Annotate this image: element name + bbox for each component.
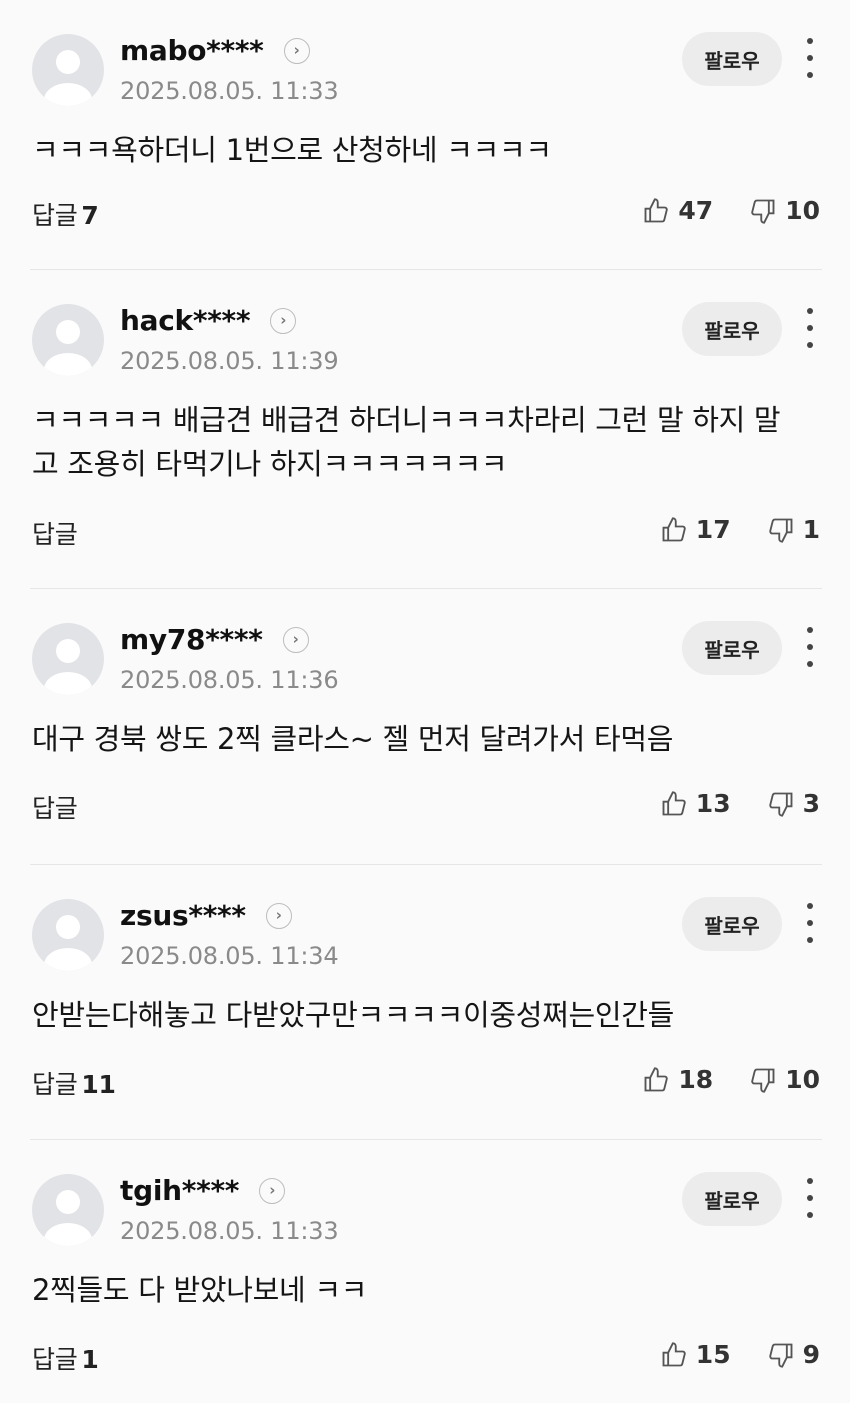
vote-group: 13 3 (624, 789, 820, 818)
username[interactable]: tgih**** › (120, 1174, 286, 1207)
more-options-icon[interactable] (798, 903, 822, 943)
thumbs-up-icon (644, 1066, 669, 1091)
comment-item: my78**** › 2025.08.05. 11:36 팔로우 대구 경북 쌍… (30, 589, 822, 865)
reply-label: 답글 (32, 1345, 78, 1374)
chevron-right-icon[interactable]: › (270, 307, 297, 334)
like-count: 18 (678, 1065, 714, 1094)
like-count: 47 (678, 196, 714, 225)
username[interactable]: my78**** › (120, 623, 309, 656)
username-text[interactable]: mabo**** (120, 34, 264, 67)
chevron-right-icon[interactable]: › (283, 37, 310, 64)
thumbs-down-icon (751, 1068, 775, 1093)
reply-count: 7 (81, 201, 99, 230)
vote-group: 17 1 (624, 515, 820, 544)
more-options-icon[interactable] (798, 627, 822, 667)
comment-date: 2025.08.05. 11:33 (120, 77, 339, 105)
more-options-icon[interactable] (798, 1178, 822, 1218)
vote-group: 47 10 (606, 196, 820, 225)
like-button[interactable]: 13 (660, 789, 731, 818)
like-count: 13 (695, 789, 731, 818)
dislike-button[interactable]: 1 (767, 515, 820, 544)
comment-item: mabo**** › 2025.08.05. 11:33 팔로우 ㅋㅋㅋ욕하더니… (30, 0, 822, 270)
reply-button[interactable]: 답글 7 (32, 196, 99, 232)
reply-count: 11 (81, 1070, 116, 1099)
thumbs-down-icon (768, 1343, 793, 1368)
comment-item: tgih**** › 2025.08.05. 11:33 팔로우 2찍들도 다 … (30, 1140, 822, 1400)
dislike-count: 9 (802, 1340, 820, 1369)
reply-label: 답글 (32, 794, 78, 823)
comment-date: 2025.08.05. 11:39 (120, 347, 339, 375)
thumbs-down-icon (768, 792, 793, 817)
vote-group: 18 10 (606, 1065, 820, 1094)
thumbs-down-icon (768, 518, 793, 543)
like-button[interactable]: 17 (660, 515, 731, 544)
reply-label: 답글 (32, 1070, 78, 1099)
reply-label: 답글 (32, 520, 78, 549)
reply-button[interactable]: 답글 1 (32, 1340, 99, 1376)
comment-text: 2찍들도 다 받았나보네 ㅋㅋ (32, 1273, 368, 1307)
reply-button[interactable]: 답글 (32, 789, 78, 825)
dislike-count: 3 (802, 789, 820, 818)
vote-group: 15 9 (624, 1340, 820, 1369)
comment-date: 2025.08.05. 11:34 (120, 942, 339, 970)
thumbs-up-icon (662, 1341, 686, 1366)
follow-button[interactable]: 팔로우 (682, 897, 782, 951)
username[interactable]: zsus**** › (120, 899, 292, 932)
dislike-count: 1 (802, 515, 820, 544)
follow-button[interactable]: 팔로우 (682, 32, 782, 86)
avatar-icon[interactable] (32, 899, 104, 971)
dislike-count: 10 (785, 196, 820, 225)
comment-text: 안받는다해놓고 다받았구만ㅋㅋㅋㅋ이중성쩌는인간들 (32, 998, 675, 1032)
username-text[interactable]: zsus**** (120, 899, 246, 932)
follow-button[interactable]: 팔로우 (682, 1172, 782, 1226)
more-options-icon[interactable] (798, 38, 822, 78)
thumbs-up-icon (662, 790, 686, 815)
more-options-icon[interactable] (798, 308, 822, 348)
thumbs-up-icon (662, 516, 686, 541)
like-button[interactable]: 15 (660, 1340, 731, 1369)
username[interactable]: hack**** › (120, 304, 297, 337)
like-count: 17 (695, 515, 731, 544)
chevron-right-icon[interactable]: › (259, 1177, 286, 1204)
reply-label: 답글 (32, 201, 78, 230)
username-text[interactable]: tgih**** (120, 1174, 239, 1207)
reply-count: 1 (81, 1345, 99, 1374)
comment-item: zsus**** › 2025.08.05. 11:34 팔로우 안받는다해놓고… (30, 865, 822, 1140)
comment-text: ㅋㅋㅋ욕하더니 1번으로 산청하네 ㅋㅋㅋㅋ (32, 133, 552, 167)
reply-button[interactable]: 답글 11 (32, 1065, 116, 1101)
chevron-right-icon[interactable]: › (265, 902, 292, 929)
follow-button[interactable]: 팔로우 (682, 621, 782, 675)
dislike-count: 10 (785, 1065, 820, 1094)
like-button[interactable]: 47 (642, 196, 713, 225)
like-count: 15 (695, 1340, 731, 1369)
chevron-right-icon[interactable]: › (282, 626, 309, 653)
follow-button[interactable]: 팔로우 (682, 302, 782, 356)
dislike-button[interactable]: 3 (767, 789, 820, 818)
reply-button[interactable]: 답글 (32, 515, 78, 551)
dislike-button[interactable]: 10 (749, 196, 820, 225)
like-button[interactable]: 18 (642, 1065, 713, 1094)
avatar-icon[interactable] (32, 304, 104, 376)
avatar-icon[interactable] (32, 623, 104, 695)
avatar-icon[interactable] (32, 1174, 104, 1246)
thumbs-down-icon (751, 199, 775, 224)
thumbs-up-icon (644, 197, 669, 222)
comment-date: 2025.08.05. 11:36 (120, 666, 339, 694)
comment-item: hack**** › 2025.08.05. 11:39 팔로우 ㅋㅋㅋㅋㅋ 배… (30, 270, 822, 589)
username-text[interactable]: hack**** (120, 304, 251, 337)
comment-date: 2025.08.05. 11:33 (120, 1217, 339, 1245)
dislike-button[interactable]: 10 (749, 1065, 820, 1094)
dislike-button[interactable]: 9 (767, 1340, 820, 1369)
username-text[interactable]: my78**** (120, 623, 263, 656)
comment-text: 대구 경북 쌍도 2찍 클라스~ 젤 먼저 달려가서 타먹음 (32, 722, 674, 756)
avatar-icon[interactable] (32, 34, 104, 106)
comment-text: ㅋㅋㅋㅋㅋ 배급견 배급견 하더니ㅋㅋㅋ차라리 그런 말 하지 말고 조용히 타… (32, 403, 781, 481)
username[interactable]: mabo**** › (120, 34, 310, 67)
